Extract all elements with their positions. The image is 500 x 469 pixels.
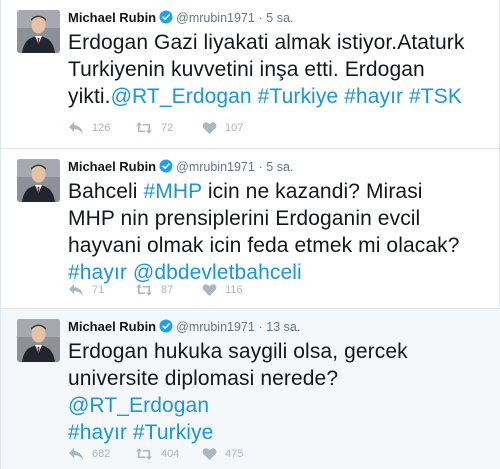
verified-badge-icon: [159, 159, 173, 178]
heart-icon: [202, 448, 217, 460]
retweet-icon: [136, 284, 152, 296]
author-handle[interactable]: @mrubin1971: [176, 320, 255, 334]
reply-button[interactable]: 682: [68, 447, 135, 461]
retweet-button[interactable]: 87: [135, 283, 202, 297]
tweet-text-line: #hayır #Turkiye: [68, 419, 488, 446]
avatar[interactable]: [17, 159, 60, 202]
tweet-text-line: Bahceli #MHP icin ne kazandi? Mirasi: [68, 178, 488, 205]
text-segment: Turkiyenin kuvvetini inşa etti. Erdogan: [68, 58, 425, 81]
like-button[interactable]: 107: [202, 121, 269, 135]
mention-link[interactable]: @RT_Erdogan: [68, 394, 209, 417]
separator: ·: [258, 320, 263, 334]
tweet-actions: 126 72 107: [68, 120, 269, 136]
separator: ·: [258, 11, 263, 25]
hashtag-link[interactable]: #MHP: [144, 180, 202, 203]
tweet-text: Erdogan Gazi liyakati almak istiyor.Atat…: [68, 29, 488, 110]
author-handle[interactable]: @mrubin1971: [176, 160, 255, 174]
retweet-count: 404: [161, 448, 180, 460]
retweet-count: 72: [161, 122, 174, 134]
text-segment: yikti.: [68, 85, 111, 108]
retweet-icon: [136, 122, 152, 134]
reply-icon: [69, 122, 83, 134]
tweet-header: Michael Rubin @mrubin1971 · 5 sa.: [68, 158, 293, 176]
author-name[interactable]: Michael Rubin: [68, 10, 156, 25]
reply-icon: [69, 284, 83, 296]
retweet-button[interactable]: 72: [135, 121, 202, 135]
author-name[interactable]: Michael Rubin: [68, 159, 156, 174]
tweet-text-line: @RT_Erdogan: [68, 392, 488, 419]
tweet-text-line: universite diplomasi nerede?: [68, 365, 488, 392]
hashtag-links[interactable]: #hayır #Turkiye: [68, 421, 213, 444]
tweet-header: Michael Rubin @mrubin1971 · 13 sa.: [68, 318, 300, 336]
reply-button[interactable]: 71: [68, 283, 135, 297]
tweet-time[interactable]: 5 sa.: [266, 11, 293, 25]
like-count: 107: [225, 122, 244, 134]
text-segment: universite diplomasi nerede?: [68, 367, 339, 390]
verified-badge-icon: [159, 319, 173, 338]
retweet-count: 87: [161, 284, 174, 296]
tweet-text-line: hayvani olmak icin feda etmek mi olacak?: [68, 232, 488, 259]
like-button[interactable]: 475: [202, 447, 269, 461]
tweet[interactable]: Michael Rubin @mrubin1971 · 5 sa. Erdogan…: [1, 0, 500, 149]
tweet-text-line: Turkiyenin kuvvetini inşa etti. Erdogan: [68, 56, 488, 83]
text-segment: Erdogan Gazi liyakati almak istiyor.Atat…: [68, 31, 465, 54]
separator: ·: [258, 160, 263, 174]
reply-count: 126: [92, 122, 111, 134]
heart-icon: [202, 284, 217, 296]
author-handle[interactable]: @mrubin1971: [176, 11, 255, 25]
tweet-text-line: yikti.@RT_Erdogan #Turkiye #hayır #TSK: [68, 83, 488, 110]
tweet-time[interactable]: 13 sa.: [266, 320, 300, 334]
tweet-actions: 682 404 475: [68, 446, 269, 462]
like-count: 475: [225, 448, 244, 460]
tweet[interactable]: Michael Rubin @mrubin1971 · 13 sa. Erdoga…: [1, 309, 500, 469]
reply-button[interactable]: 126: [68, 121, 135, 135]
author-name[interactable]: Michael Rubin: [68, 319, 156, 334]
heart-icon: [202, 122, 217, 134]
reply-count: 71: [92, 284, 105, 296]
like-count: 116: [225, 284, 243, 296]
text-segment: Bahceli: [68, 180, 144, 203]
avatar[interactable]: [17, 319, 60, 362]
tweet-header: Michael Rubin @mrubin1971 · 5 sa.: [68, 9, 293, 27]
tweet-text: Bahceli #MHP icin ne kazandi? Mirasi MHP…: [68, 178, 488, 286]
retweet-button[interactable]: 404: [135, 447, 202, 461]
tweet[interactable]: Michael Rubin @mrubin1971 · 5 sa. Bahceli…: [1, 149, 500, 309]
text-segment: icin ne kazandi? Mirasi: [201, 180, 423, 203]
tweet-feed: Michael Rubin @mrubin1971 · 5 sa. Erdogan…: [0, 0, 500, 469]
text-segment: Erdogan hukuka saygili olsa, gercek: [68, 340, 408, 363]
verified-badge-icon: [159, 10, 173, 29]
text-segment: hayvani olmak icin feda etmek mi olacak?: [68, 234, 460, 257]
tweet-actions: 71 87 116: [68, 282, 269, 298]
reply-icon: [69, 448, 83, 460]
like-button[interactable]: 116: [202, 283, 269, 297]
tweet-text-line: Erdogan hukuka saygili olsa, gercek: [68, 338, 488, 365]
tweet-text: Erdogan hukuka saygili olsa, gercek univ…: [68, 338, 488, 446]
mention-hashtag-links[interactable]: @RT_Erdogan #Turkiye #hayır #TSK: [111, 85, 462, 108]
hashtag-mention-links[interactable]: #hayır @dbdevletbahceli: [68, 261, 302, 284]
tweet-text-line: Erdogan Gazi liyakati almak istiyor.Atat…: [68, 29, 488, 56]
tweet-text-line: MHP nin prensiplerini Erdoganin evcil: [68, 205, 488, 232]
retweet-icon: [136, 448, 152, 460]
avatar[interactable]: [17, 10, 60, 53]
text-segment: MHP nin prensiplerini Erdoganin evcil: [68, 207, 421, 230]
tweet-time[interactable]: 5 sa.: [266, 160, 293, 174]
reply-count: 682: [92, 448, 111, 460]
